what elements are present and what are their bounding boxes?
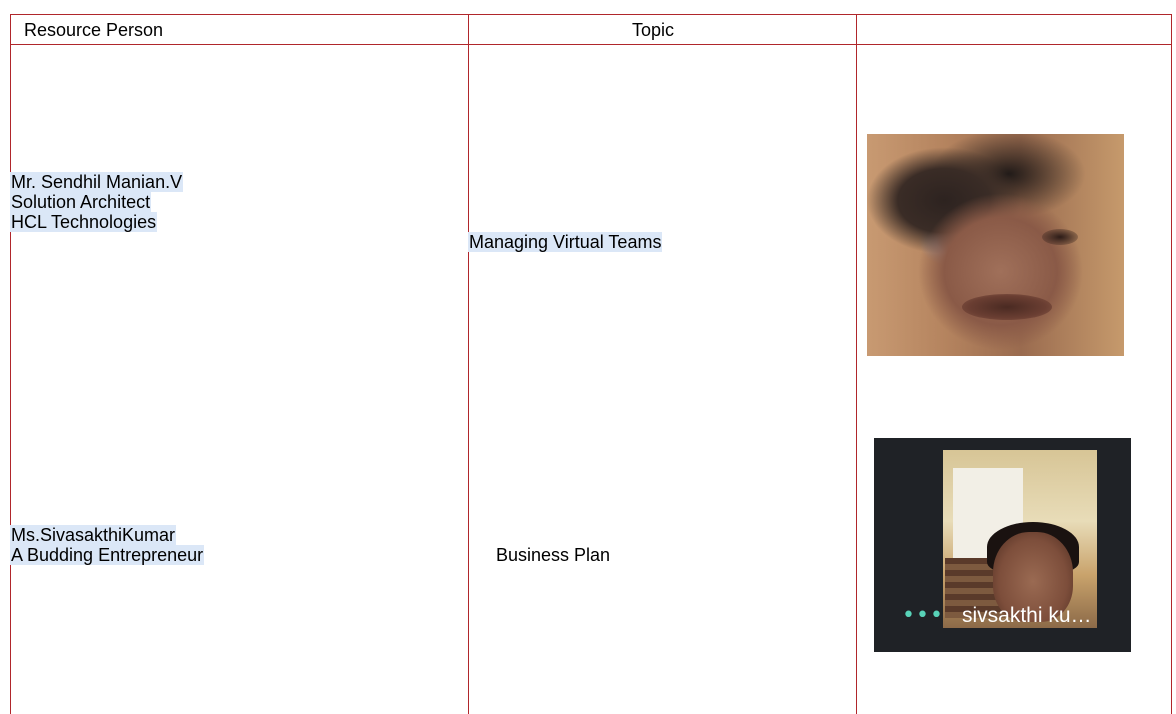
table-border-right [1171, 14, 1172, 714]
row1-person-title: Solution Architect [10, 192, 152, 212]
row2-video-tile [943, 450, 1097, 628]
table-border-top [10, 14, 1172, 15]
row2-person-title: A Budding Entrepreneur [10, 545, 205, 565]
row2-person: Ms.SivasakthiKumar A Budding Entrepreneu… [10, 525, 205, 565]
row2-video-still: ••• sivsakthi ku… [874, 438, 1131, 652]
header-resource-person: Resource Person [24, 20, 164, 40]
row1-person: Mr. Sendhil Manian.V Solution Architect … [10, 172, 184, 232]
header-topic: Topic [632, 20, 675, 40]
resource-table: Resource Person Topic Mr. Sendhil Manian… [10, 14, 1172, 714]
row1-person-org: HCL Technologies [10, 212, 158, 232]
row1-topic-text: Managing Virtual Teams [468, 232, 663, 252]
row1-photo [867, 134, 1124, 356]
row1-topic: Managing Virtual Teams [468, 232, 663, 252]
row1-photo-mouth [962, 294, 1052, 320]
table-border-col2 [856, 14, 857, 714]
row2-topic: Business Plan [496, 545, 611, 565]
table-border-col1 [468, 14, 469, 714]
more-dots-icon: ••• [902, 603, 944, 628]
row2-person-name: Ms.SivasakthiKumar [10, 525, 177, 545]
row1-photo-eye [1042, 229, 1078, 245]
table-header-divider [10, 44, 1172, 45]
table-border-left [10, 14, 11, 714]
row2-video-name-label: sivsakthi ku… [962, 604, 1092, 627]
row1-person-name: Mr. Sendhil Manian.V [10, 172, 184, 192]
